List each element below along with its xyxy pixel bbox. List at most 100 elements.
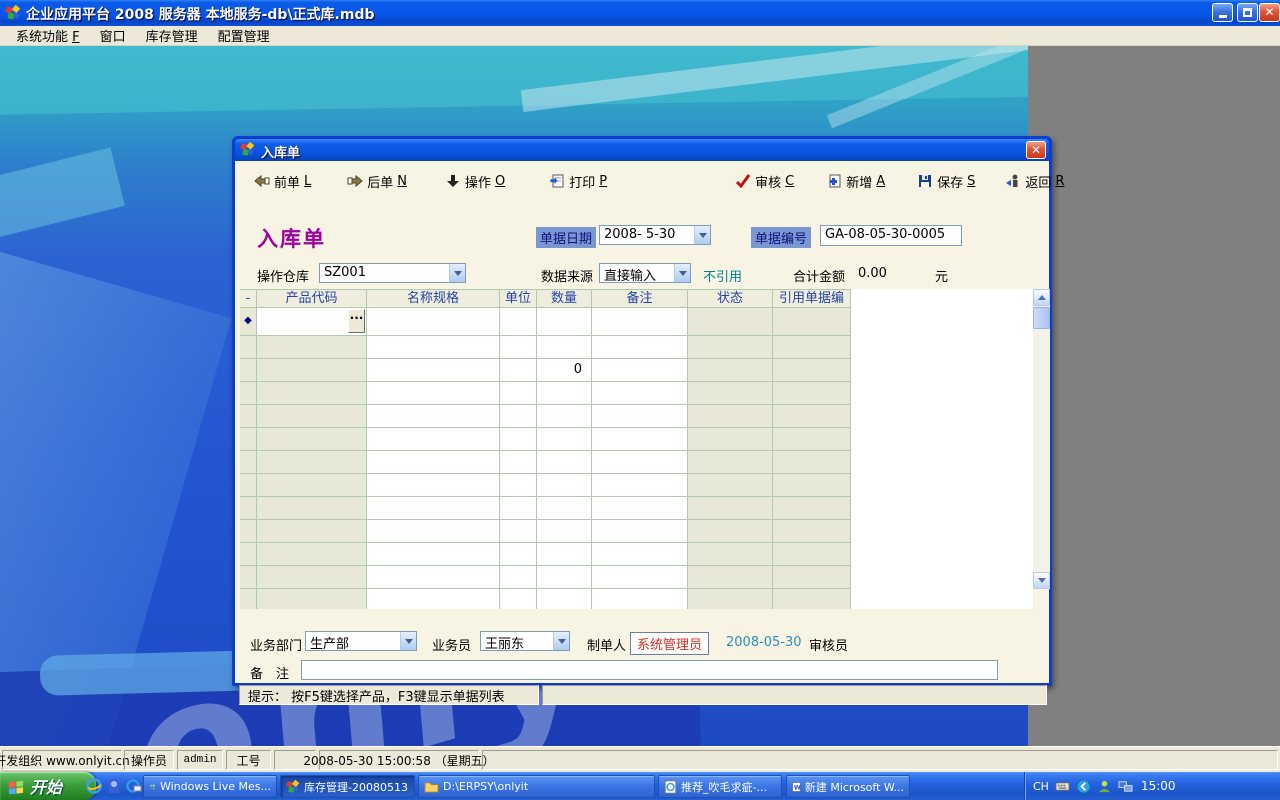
user-status-icon[interactable] (1097, 779, 1112, 794)
grid-cell[interactable] (257, 336, 367, 359)
grid-column-header[interactable]: 名称规格 (367, 289, 500, 308)
grid-cell[interactable] (367, 428, 500, 451)
grid-cell[interactable] (537, 428, 592, 451)
grid-cell[interactable] (537, 474, 592, 497)
grid-cell[interactable] (367, 566, 500, 589)
grid-cell[interactable] (367, 359, 500, 382)
save-button[interactable]: 保存S (912, 169, 980, 194)
grid-cell[interactable] (500, 474, 537, 497)
grid-cell[interactable] (500, 543, 537, 566)
dialog-close-button[interactable]: ✕ (1026, 141, 1046, 159)
taskbar-button-folder[interactable]: D:\ERPSY\onlyit (418, 775, 655, 798)
audit-button[interactable]: 审核C (730, 169, 799, 194)
menu-inventory[interactable]: 库存管理 (136, 24, 208, 47)
grid-cell[interactable] (257, 451, 367, 474)
grid-cell[interactable] (257, 382, 367, 405)
combo-dropdown-button[interactable] (674, 264, 690, 282)
start-button[interactable]: 开始 (0, 772, 96, 800)
action-button[interactable]: 操作O (440, 169, 510, 194)
clerk-combo[interactable]: 王丽东 (480, 631, 570, 651)
grid-cell[interactable] (257, 589, 367, 609)
scrollbar-thumb[interactable] (1033, 307, 1050, 329)
grid-cell[interactable] (537, 382, 592, 405)
remark-input[interactable] (301, 660, 998, 680)
grid-cell[interactable] (592, 308, 688, 336)
grid-cell[interactable] (537, 520, 592, 543)
grid-cell[interactable] (500, 359, 537, 382)
menu-system[interactable]: 系统功能 F (6, 24, 90, 47)
grid-column-header[interactable]: 备注 (592, 289, 688, 308)
doc-date-combo[interactable]: 2008- 5-30 (599, 225, 711, 245)
taskbar-button-webpage[interactable]: 推荐_吹毛求疵-... (658, 775, 782, 798)
menu-config[interactable]: 配置管理 (208, 24, 280, 47)
combo-dropdown-button[interactable] (400, 632, 416, 650)
grid-cell[interactable] (537, 566, 592, 589)
warehouse-combo[interactable]: SZ001 (319, 263, 466, 283)
minimize-button[interactable] (1212, 3, 1233, 22)
grid-cell[interactable] (257, 543, 367, 566)
grid-cell[interactable] (257, 359, 367, 382)
collapse-tray-icon[interactable] (1076, 779, 1091, 794)
quicklaunch-player-icon[interactable] (106, 778, 122, 794)
restore-button[interactable] (1237, 3, 1258, 22)
combo-dropdown-button[interactable] (449, 264, 465, 282)
grid-cell[interactable] (592, 405, 688, 428)
grid-cell[interactable] (500, 405, 537, 428)
grid-cell[interactable] (592, 566, 688, 589)
grid-cell[interactable] (367, 451, 500, 474)
scroll-up-button[interactable] (1033, 289, 1050, 306)
menu-window[interactable]: 窗口 (90, 24, 136, 47)
grid-cell[interactable] (537, 497, 592, 520)
grid-column-header[interactable]: 状态 (688, 289, 773, 308)
product-lookup-button[interactable]: ... (348, 309, 365, 333)
grid-cell[interactable] (367, 308, 500, 336)
combo-dropdown-button[interactable] (553, 632, 569, 650)
grid-column-header[interactable]: - (240, 289, 257, 308)
grid-cell[interactable] (537, 405, 592, 428)
combo-dropdown-button[interactable] (694, 226, 710, 244)
grid-cell[interactable] (257, 520, 367, 543)
grid-cell[interactable] (500, 451, 537, 474)
add-new-button[interactable]: 新增A (821, 169, 890, 194)
grid-cell[interactable] (367, 543, 500, 566)
grid-cell[interactable] (257, 566, 367, 589)
grid-cell[interactable] (592, 497, 688, 520)
print-button[interactable]: 打印P (544, 169, 612, 194)
data-source-combo[interactable]: 直接输入 (599, 263, 691, 283)
taskbar-button-messenger[interactable]: Windows Live Mes... (143, 775, 277, 798)
input-language-indicator[interactable]: CH (1033, 780, 1049, 793)
grid-cell[interactable] (257, 497, 367, 520)
return-button[interactable]: 返回R (1000, 169, 1069, 194)
grid-cell[interactable] (537, 336, 592, 359)
grid-cell[interactable] (367, 520, 500, 543)
doc-code-input[interactable]: GA-08-05-30-0005 (820, 225, 962, 246)
grid-cell[interactable] (257, 405, 367, 428)
scroll-down-button[interactable] (1033, 572, 1050, 589)
grid-cell[interactable] (537, 308, 592, 336)
grid-cell[interactable] (592, 382, 688, 405)
grid-cell[interactable] (367, 589, 500, 609)
grid-cell[interactable] (537, 451, 592, 474)
grid-scrollbar[interactable] (1033, 289, 1050, 589)
grid-cell[interactable] (500, 520, 537, 543)
grid-cell[interactable] (257, 474, 367, 497)
grid-cell[interactable] (592, 474, 688, 497)
quicklaunch-mail-icon[interactable] (126, 778, 142, 794)
grid-cell[interactable] (592, 428, 688, 451)
grid-cell[interactable] (537, 589, 592, 609)
grid-cell[interactable] (367, 336, 500, 359)
network-icon[interactable] (1118, 779, 1133, 794)
grid-cell[interactable] (500, 497, 537, 520)
grid-cell[interactable] (592, 520, 688, 543)
close-button[interactable]: ✕ (1259, 3, 1280, 22)
grid-cell[interactable] (592, 359, 688, 382)
grid-cell[interactable] (500, 428, 537, 451)
grid-cell[interactable] (367, 405, 500, 428)
grid-cell[interactable] (367, 382, 500, 405)
grid-cell[interactable] (537, 543, 592, 566)
dept-combo[interactable]: 生产部 (305, 631, 417, 651)
grid-cell[interactable] (500, 336, 537, 359)
keyboard-icon[interactable] (1055, 779, 1070, 794)
quicklaunch-ie-icon[interactable] (86, 778, 102, 794)
taskbar-button-inventory[interactable]: 库存管理-20080513 (280, 775, 415, 798)
